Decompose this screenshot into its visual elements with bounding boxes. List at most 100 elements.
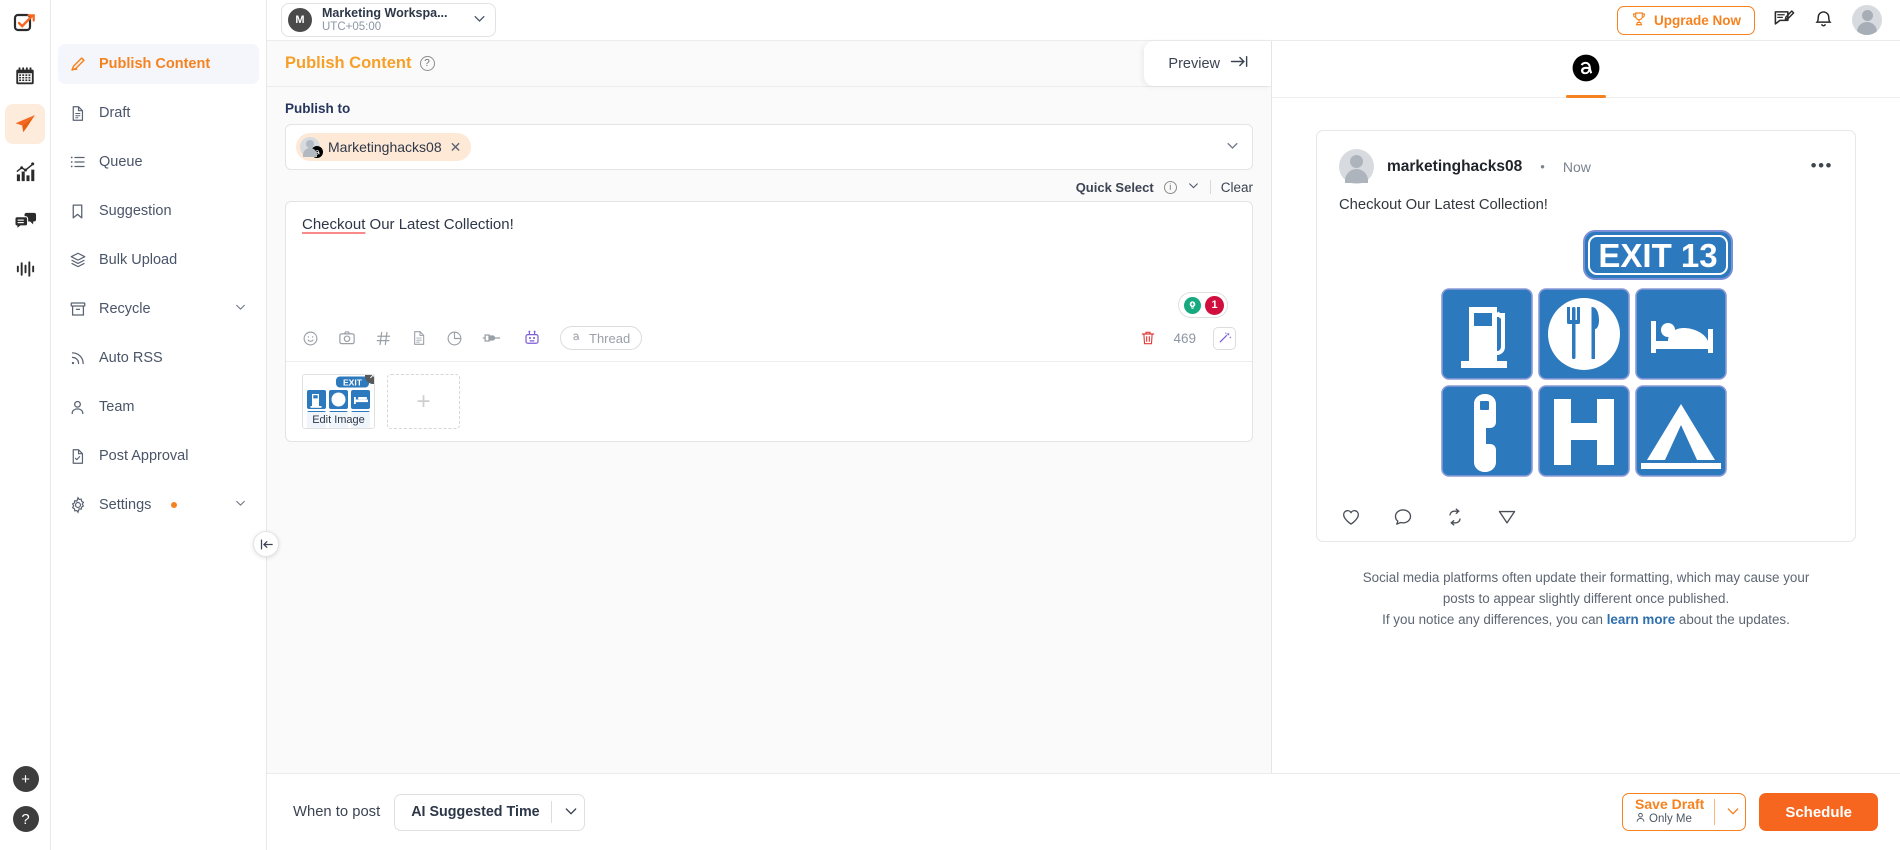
- rail-item-analytics[interactable]: [5, 152, 45, 192]
- magic-wand-icon[interactable]: [1213, 326, 1236, 350]
- question-mark-icon[interactable]: ?: [419, 56, 435, 71]
- sidebar-item-recycle[interactable]: Recycle: [58, 289, 259, 329]
- disclaimer-line-3-post: about the updates.: [1675, 611, 1790, 627]
- pie-chart-icon[interactable]: [446, 330, 463, 347]
- ellipsis-icon[interactable]: •••: [1811, 157, 1833, 174]
- chevron-down-icon[interactable]: [563, 803, 579, 822]
- schedule-time-select[interactable]: AI Suggested Time: [394, 793, 585, 831]
- chevron-down-icon[interactable]: [1225, 138, 1240, 156]
- trash-icon[interactable]: [1140, 330, 1156, 346]
- sidebar-item-post-approval[interactable]: Post Approval: [58, 436, 259, 476]
- bell-icon[interactable]: [1813, 8, 1834, 32]
- collapse-left-icon: [260, 539, 273, 549]
- tab-threads[interactable]: [1566, 41, 1606, 98]
- upgrade-now-button[interactable]: Upgrade Now: [1616, 5, 1755, 35]
- close-icon[interactable]: ✕: [450, 140, 462, 154]
- avatar: [300, 137, 323, 158]
- archive-icon: [68, 300, 87, 319]
- composer: Checkout Our Latest Collection! 1 Thread…: [285, 201, 1253, 442]
- footer-actions: Save Draft Only Me Schedule: [1622, 793, 1878, 831]
- post-header: marketinghacks08 • Now •••: [1339, 149, 1833, 184]
- when-to-post-label: When to post: [293, 804, 381, 820]
- schedule-time-value: AI Suggested Time: [411, 804, 540, 820]
- waveform-icon: [16, 260, 34, 277]
- idea-suggestions-button[interactable]: 1: [1178, 292, 1228, 318]
- sidebar-item-auto-rss[interactable]: Auto RSS: [58, 338, 259, 378]
- comment-icon[interactable]: [1393, 507, 1413, 527]
- thread-label: Thread: [589, 330, 631, 346]
- hashtag-icon[interactable]: [375, 330, 392, 347]
- sidebar-item-label: Bulk Upload: [99, 252, 178, 268]
- emoji-icon[interactable]: [302, 330, 319, 347]
- quick-select-label[interactable]: Quick Select: [1076, 180, 1154, 195]
- workspace-name: Marketing Workspa...: [322, 6, 448, 21]
- post-text-input[interactable]: Checkout Our Latest Collection!: [286, 202, 1252, 290]
- chevron-down-icon[interactable]: [1725, 803, 1741, 822]
- chevron-down-icon[interactable]: [234, 497, 247, 514]
- sidebar-item-label: Settings: [99, 497, 152, 513]
- pencil-icon: [68, 55, 87, 74]
- publish-to-field[interactable]: Marketinghacks08 ✕: [285, 124, 1253, 170]
- thread-toggle-button[interactable]: Thread: [560, 326, 643, 350]
- sidebar-item-draft[interactable]: Draft: [58, 93, 259, 133]
- preview-post-image[interactable]: EXIT 13: [1339, 229, 1833, 489]
- sidebar-item-bulk-upload[interactable]: Bulk Upload: [58, 240, 259, 280]
- sidebar-collapse-button[interactable]: [253, 531, 279, 557]
- preview-pane: marketinghacks08 • Now ••• Checkout Our …: [1272, 41, 1900, 773]
- like-icon[interactable]: [1341, 507, 1361, 527]
- disclaimer-line-1: Social media platforms often update thei…: [1362, 570, 1810, 585]
- feedback-icon[interactable]: [1773, 8, 1795, 33]
- post-actions: [1339, 507, 1833, 527]
- help-button[interactable]: ?: [12, 806, 39, 832]
- sidebar-item-publish-content[interactable]: Publish Content: [58, 44, 259, 84]
- app-logo[interactable]: [0, 4, 50, 44]
- camera-icon[interactable]: [338, 329, 356, 347]
- info-icon[interactable]: i: [1163, 180, 1177, 194]
- icon-rail: + ?: [0, 0, 51, 850]
- robot-icon[interactable]: [523, 329, 541, 347]
- preview-toggle-button[interactable]: Preview: [1144, 41, 1271, 86]
- rail-item-inbox[interactable]: [5, 200, 45, 240]
- chevron-down-icon[interactable]: [1187, 179, 1200, 195]
- divider: [1209, 180, 1211, 194]
- learn-more-link[interactable]: learn more: [1607, 612, 1675, 627]
- add-media-button[interactable]: +: [387, 374, 460, 429]
- workspace-selector[interactable]: M Marketing Workspa... UTC+05:00: [281, 3, 496, 37]
- arrow-right-to-line-icon: [1230, 54, 1249, 73]
- save-draft-button[interactable]: Save Draft Only Me: [1622, 793, 1747, 831]
- sidebar-item-suggestion[interactable]: Suggestion: [58, 191, 259, 231]
- composer-toolbar: Thread 469: [286, 320, 1252, 361]
- chevron-down-icon[interactable]: [472, 11, 487, 29]
- plug-icon[interactable]: [482, 330, 504, 346]
- disclaimer-line-3-pre: If you notice any differences, you can: [1382, 611, 1607, 627]
- threads-icon: [1572, 54, 1600, 85]
- chevron-down-icon[interactable]: [234, 301, 247, 318]
- trophy-icon: [1631, 11, 1647, 30]
- edit-image-label[interactable]: Edit Image: [303, 412, 374, 428]
- editor-scroll: Publish to Marketinghacks08 ✕ Quick Sele…: [267, 87, 1271, 773]
- share-icon[interactable]: [1497, 507, 1517, 527]
- paper-plane-icon: [15, 115, 35, 133]
- file-icon[interactable]: [411, 330, 427, 346]
- sidebar-item-queue[interactable]: Queue: [58, 142, 259, 182]
- publish-to-label: Publish to: [285, 101, 351, 116]
- workspace-avatar: M: [288, 8, 312, 32]
- rail-item-calendar[interactable]: [5, 56, 45, 96]
- rail-item-reports[interactable]: [5, 248, 45, 288]
- sidebar-item-team[interactable]: Team: [58, 387, 259, 427]
- idea-row: 1: [286, 290, 1252, 320]
- user-avatar[interactable]: [1852, 5, 1882, 35]
- list-icon: [68, 153, 87, 172]
- account-chip[interactable]: Marketinghacks08 ✕: [296, 133, 472, 161]
- main-area: M Marketing Workspa... UTC+05:00 Upgrade…: [267, 0, 1900, 850]
- document-icon: [68, 104, 87, 123]
- sidebar-item-settings[interactable]: Settings: [58, 485, 259, 525]
- calendar-icon: [16, 67, 34, 85]
- rail-item-publish[interactable]: [5, 104, 45, 144]
- add-button[interactable]: +: [12, 766, 39, 792]
- clear-button[interactable]: Clear: [1221, 180, 1253, 195]
- repost-icon[interactable]: [1445, 507, 1465, 527]
- media-thumbnail[interactable]: ✕ EXIT: [302, 374, 375, 429]
- schedule-button[interactable]: Schedule: [1759, 793, 1878, 831]
- sidebar-item-label: Team: [99, 399, 135, 415]
